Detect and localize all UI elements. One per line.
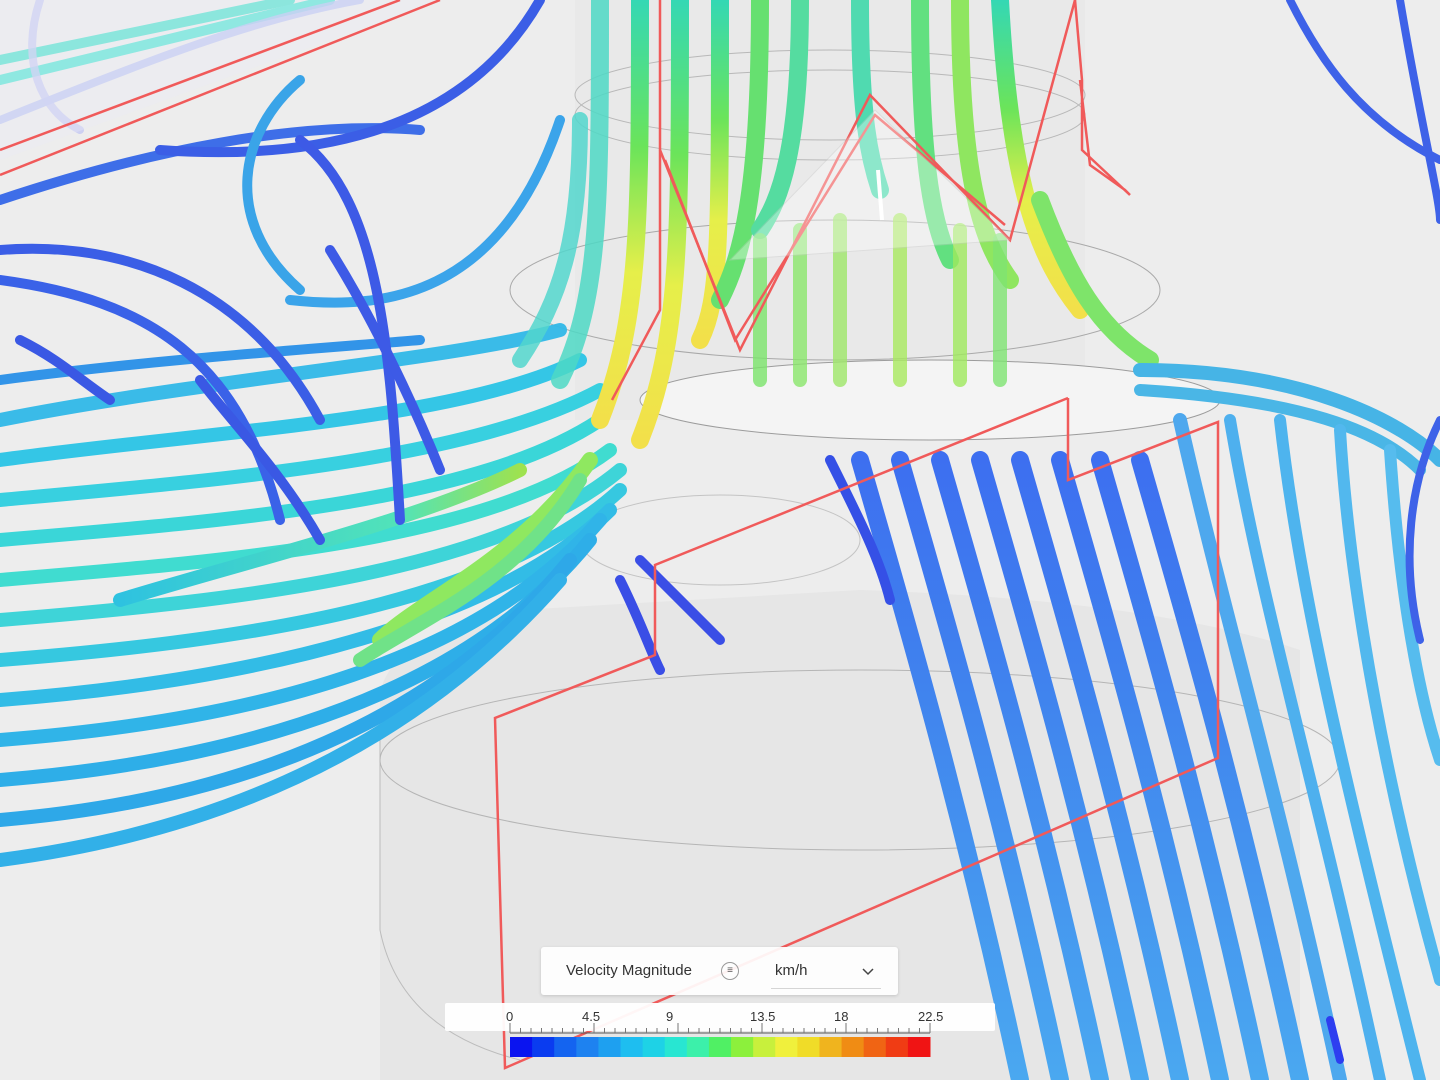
legend-color-swatch bbox=[885, 1037, 909, 1057]
chevron-down-icon bbox=[862, 968, 874, 976]
legend-color-swatch bbox=[642, 1037, 666, 1057]
legend-color-swatch bbox=[686, 1037, 710, 1057]
legend-color-swatch bbox=[554, 1037, 577, 1057]
legend-tick-label: 18 bbox=[834, 1009, 848, 1024]
color-legend: 0 4.5 9 13.5 18 22.5 bbox=[445, 1003, 995, 1057]
unit-dropdown[interactable]: km/h bbox=[771, 956, 881, 989]
legend-color-swatch bbox=[664, 1037, 688, 1057]
legend-color-swatch bbox=[841, 1037, 865, 1057]
legend-color-swatch bbox=[708, 1037, 732, 1057]
field-selector-panel: Velocity Magnitude ≡ km/h bbox=[541, 947, 898, 995]
legend-color-swatch bbox=[731, 1037, 754, 1057]
legend-color-swatch bbox=[907, 1037, 931, 1057]
field-label: Velocity Magnitude bbox=[566, 962, 692, 979]
legend-color-swatch bbox=[576, 1037, 599, 1057]
flow-viewport[interactable] bbox=[0, 0, 1440, 1080]
unit-value: km/h bbox=[775, 962, 808, 979]
legend-color-swatch bbox=[510, 1037, 533, 1057]
legend-color-swatch bbox=[863, 1037, 887, 1057]
legend-tick-label: 4.5 bbox=[582, 1009, 600, 1024]
legend-color-swatch bbox=[620, 1037, 644, 1057]
legend-color-swatch bbox=[753, 1037, 776, 1057]
legend-tick-label: 13.5 bbox=[750, 1009, 775, 1024]
legend-color-swatch bbox=[532, 1037, 555, 1057]
legend-tick-label: 22.5 bbox=[918, 1009, 943, 1024]
legend-color-swatch bbox=[775, 1037, 798, 1057]
legend-color-swatch bbox=[819, 1037, 843, 1057]
legend-color-swatch bbox=[598, 1037, 622, 1057]
legend-tick-label: 0 bbox=[506, 1009, 513, 1024]
legend-color-swatch bbox=[797, 1037, 820, 1057]
legend-tick-label: 9 bbox=[666, 1009, 673, 1024]
field-menu-icon[interactable]: ≡ bbox=[721, 962, 739, 980]
legend-scale: 0 4.5 9 13.5 18 22.5 bbox=[506, 1009, 943, 1057]
